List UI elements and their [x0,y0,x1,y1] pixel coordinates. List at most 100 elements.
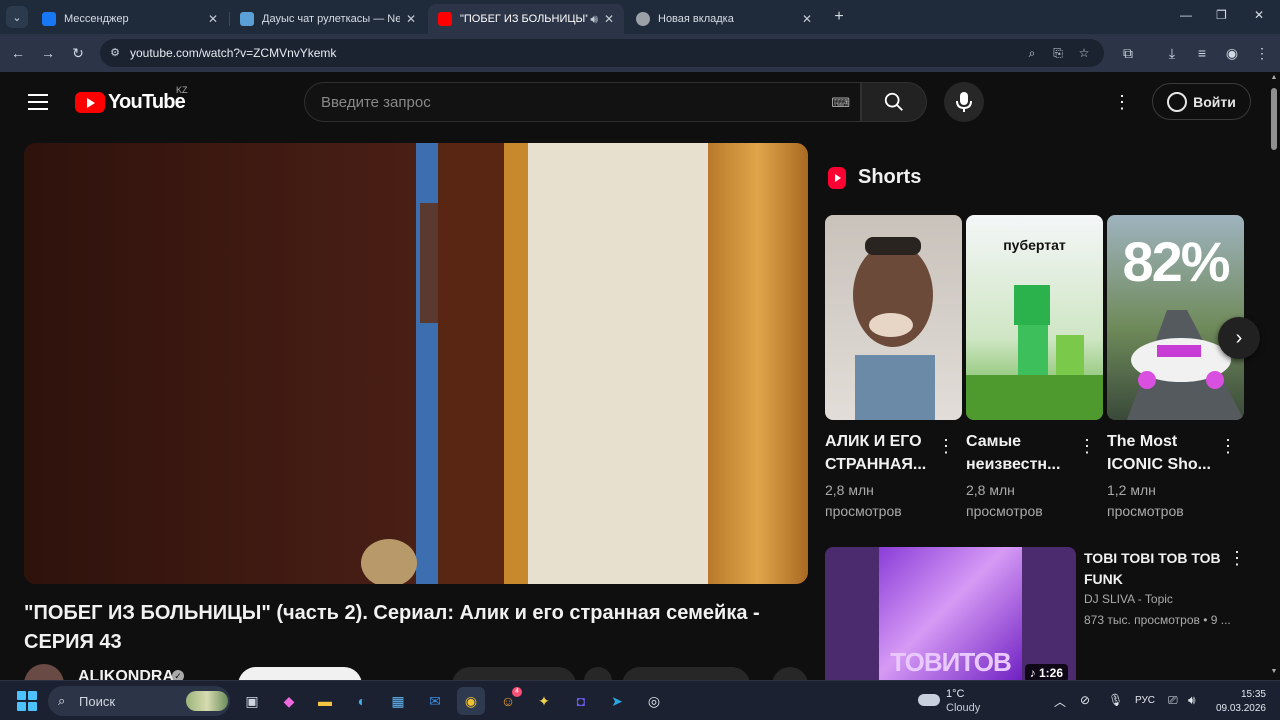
display-icon[interactable]: ⎚ [1168,693,1178,708]
language-indicator[interactable]: РУС [1135,695,1155,706]
account-icon [1167,91,1188,112]
video-player[interactable] [24,143,808,584]
file-explorer-icon[interactable]: ▬ [311,687,339,715]
restore-icon[interactable]: ❐ [1216,8,1227,22]
short-title[interactable]: АЛИК И ЕГО СТРАННАЯ... [825,430,933,476]
tray-overflow-chevron-icon[interactable]: ︿ [1054,693,1066,710]
winamp-icon[interactable]: ✦ [530,687,558,715]
signin-button[interactable]: Войти [1152,83,1251,120]
downloads-icon[interactable]: ⤓ [1162,43,1182,63]
short-more-icon[interactable]: ⋮ [1078,436,1096,457]
chrome-icon[interactable]: ◉ [457,687,485,715]
short-title[interactable]: Самые неизвестн... [966,430,1074,476]
network-off-icon[interactable]: ⊘ [1080,693,1090,707]
scrollbar-thumb[interactable] [1271,88,1277,150]
short-thumbnail-image [1127,310,1244,420]
bookmark-star-icon[interactable]: ☆ [1076,45,1092,61]
keyboard-icon[interactable]: ⌨ [831,95,850,111]
new-tab-plus-icon[interactable]: + [830,8,848,26]
short-thumbnail[interactable]: 82% [1107,215,1244,420]
telegram-icon[interactable]: ➤ [603,687,631,715]
recommended-more-icon[interactable]: ⋮ [1228,548,1246,569]
tab-close-icon[interactable]: ✕ [208,12,218,26]
microsoft-store-icon[interactable]: ▦ [384,687,412,715]
recommended-channel[interactable]: DJ SLIVA - Topic [1084,592,1173,606]
back-arrow-icon[interactable]: ← [8,43,28,63]
shorts-logo-icon [828,166,846,189]
task-view-icon[interactable]: ▣ [238,687,266,715]
window-close-icon[interactable]: ✕ [1254,8,1264,22]
browser-toolbar: ← → ↻ ⚙ youtube.com/watch?v=ZCMVnvYkemk … [0,34,1280,72]
volume-icon[interactable]: 🔊︎ [1188,693,1196,708]
tab-close-icon[interactable]: ✕ [802,12,812,26]
microphone-icon [956,92,972,112]
short-card[interactable]: АЛИК И ЕГО СТРАННАЯ... 2,8 млн просмотро… [825,215,962,522]
short-thumbnail-image [966,285,1103,420]
shorts-next-chevron-icon[interactable]: › [1218,317,1260,359]
recommended-title[interactable]: TOBI TOBI TOB TOB FUNK [1084,548,1224,590]
youtube-favicon-icon [438,12,452,26]
short-thumbnail[interactable]: пубертат [966,215,1103,420]
tab-youtube-active[interactable]: "ПОБЕГ ИЗ БОЛЬНИЦЫ" (ч 🔊︎ ✕ [428,4,624,34]
speaker-icon[interactable]: 🔊︎ [590,12,598,27]
short-more-icon[interactable]: ⋮ [1219,436,1237,457]
tab-label: Новая вкладка [658,13,734,25]
tab-nekto[interactable]: Дауыс чат рулеткасы — Nekto ✕ [230,4,426,34]
video-frame [24,143,808,584]
address-bar[interactable]: ⚙ youtube.com/watch?v=ZCMVnvYkemk ⌕ ⎘ ☆ [100,39,1104,67]
url-text[interactable]: youtube.com/watch?v=ZCMVnvYkemk [130,46,336,60]
taskbar-search-label: Поиск [79,694,116,709]
reload-icon[interactable]: ↻ [68,43,88,63]
recording-app-icon[interactable]: ◎ [640,687,668,715]
tab-close-icon[interactable]: ✕ [604,12,614,26]
scroll-up-arrow-icon[interactable]: ▲ [1270,74,1278,81]
search-input[interactable]: Введите запрос ⌨ [304,82,861,122]
short-title-line: неизвестн... [966,456,1061,473]
outlook-icon[interactable]: ✉ [421,687,449,715]
copilot-icon[interactable]: ◆ [275,687,303,715]
media-control-icon[interactable]: ≡ [1192,43,1212,63]
chrome-favicon-icon [636,12,650,26]
short-views-line: 2,8 млн [825,482,874,498]
install-app-icon[interactable]: ⎘ [1050,45,1066,61]
zoom-icon[interactable]: ⌕ [1024,45,1040,61]
short-thumbnail[interactable] [825,215,962,420]
voice-search-button[interactable] [944,82,984,122]
short-title-line: Самые [966,433,1022,450]
scroll-down-arrow-icon[interactable]: ▼ [1270,668,1278,675]
taskbar-search-box[interactable]: ⌕ Поиск [48,686,230,716]
short-card[interactable]: 82% The Most ICONIC Sho... 1,2 млн просм… [1107,215,1244,522]
edge-browser-icon[interactable]: ◐ [348,687,376,715]
tab-new-tab[interactable]: Новая вкладка ✕ [626,4,822,34]
system-clock[interactable]: 15:35 09.03.2026 [1212,688,1266,716]
short-more-icon[interactable]: ⋮ [937,436,955,457]
site-info-icon[interactable]: ⚙ [108,46,122,60]
page-scrollbar[interactable]: ▲ ▼ [1268,72,1280,680]
messenger-favicon-icon [42,12,56,26]
tab-close-icon[interactable]: ✕ [406,12,416,26]
signin-label: Войти [1193,93,1236,110]
purple-app-icon[interactable]: ◘ [567,687,595,715]
chat-app-icon[interactable]: ☺ 4 [494,687,522,715]
cloud-icon [918,694,940,706]
recommended-thumbnail[interactable]: TOBИTOB ♪ 1:26 [825,547,1076,688]
profile-icon[interactable]: ◉ [1222,43,1242,63]
hamburger-menu-icon[interactable] [28,94,48,110]
tab-label: Дауыс чат рулеткасы — Nekto [262,13,400,25]
shorts-header: Shorts [828,166,921,189]
tab-messenger[interactable]: Мессенджер ✕ [32,4,228,34]
short-views-line: 1,2 млн [1107,482,1156,498]
search-button[interactable] [861,82,927,122]
short-title[interactable]: The Most ICONIC Sho... [1107,430,1215,476]
microphone-icon[interactable]: 🎙︎ [1108,693,1123,707]
extensions-icon[interactable]: ⧉ [1118,43,1138,63]
windows-start-icon[interactable] [17,691,37,711]
tab-search-chevron-icon[interactable]: ⌄ [6,6,28,28]
minimize-icon[interactable]: — [1180,8,1192,22]
short-card[interactable]: пубертат Самые неизвестн... 2,8 млн прос… [966,215,1103,522]
browser-menu-icon[interactable]: ⋮ [1252,43,1272,63]
forward-arrow-icon[interactable]: → [38,43,58,63]
short-title-line: The Most [1107,433,1178,450]
settings-kebab-icon[interactable]: ⋮ [1112,92,1132,112]
youtube-logo[interactable]: YouTube KZ [75,85,188,114]
